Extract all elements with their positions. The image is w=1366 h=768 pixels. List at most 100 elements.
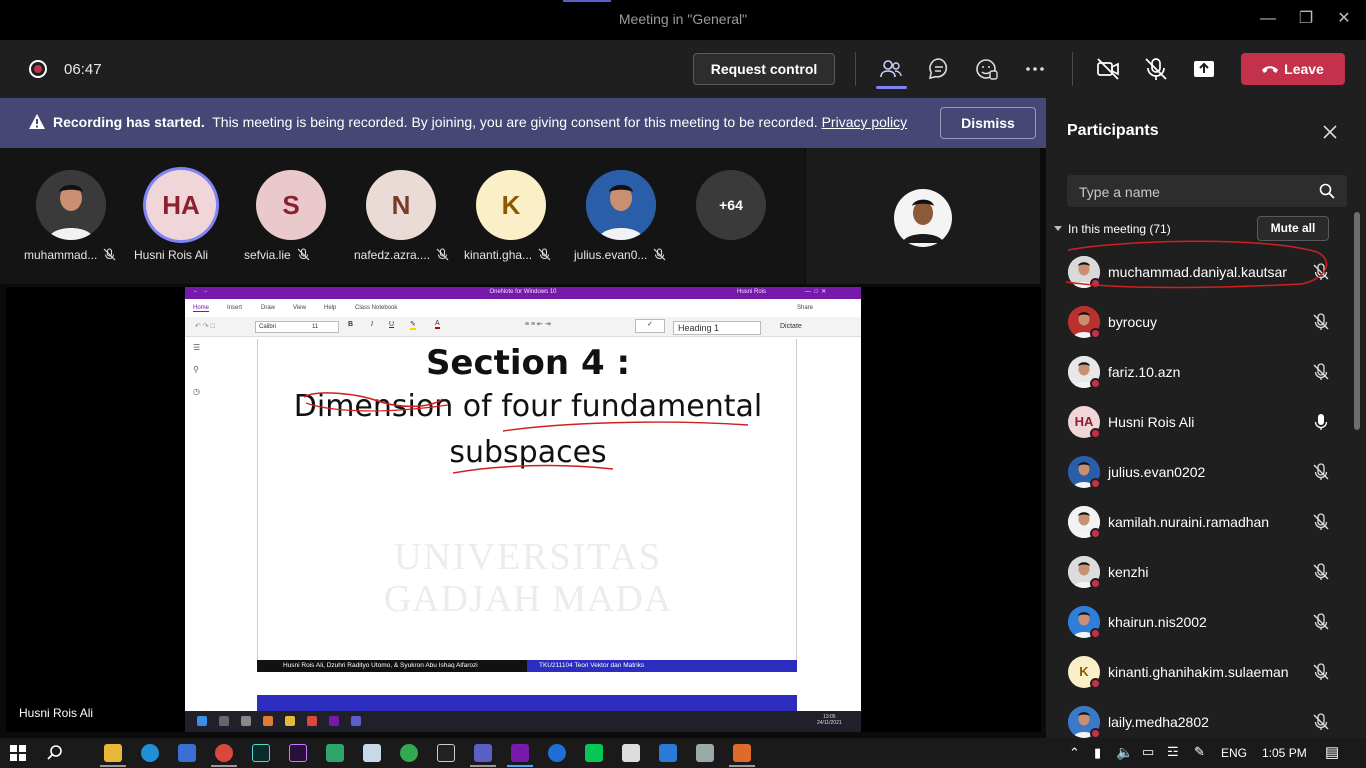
slide-footer-authors: Husni Rois Ali, Dzuhri Radityo Utomo, & … — [283, 662, 478, 669]
wifi-icon[interactable]: ☲ — [1167, 744, 1179, 760]
slide-page: UNIVERSITAS GADJAH MADA Section 4 : Dime… — [257, 339, 797, 672]
onenote-titlebar: ← → OneNote for Windows 10 Husni Rois — … — [185, 287, 861, 299]
slide-subtitle-line1: Dimension of four fundamental — [293, 389, 763, 424]
mic-off-icon[interactable] — [1312, 463, 1330, 481]
app-icon[interactable] — [326, 744, 344, 762]
app-icon[interactable] — [696, 744, 714, 762]
windows-start-icon[interactable] — [10, 745, 26, 761]
gallery-avatar[interactable] — [586, 170, 656, 240]
gallery-avatar[interactable]: HA — [146, 170, 216, 240]
search-icon — [1319, 183, 1335, 199]
language-indicator[interactable]: ENG — [1221, 746, 1247, 760]
titlebar-accent — [563, 0, 611, 2]
share-screen-icon[interactable] — [1191, 56, 1217, 82]
photos-icon[interactable] — [622, 744, 640, 762]
participant-row[interactable]: kenzhi — [1046, 547, 1354, 597]
system-clock[interactable]: 1:05 PM — [1262, 746, 1307, 760]
gallery-name: muhammad... — [24, 248, 116, 262]
audition-icon[interactable] — [252, 744, 270, 762]
mic-off-icon[interactable] — [1312, 663, 1330, 681]
notepad-icon[interactable] — [363, 744, 381, 762]
edge-icon[interactable] — [141, 744, 159, 762]
line-icon[interactable] — [585, 744, 603, 762]
minimize-icon[interactable]: — — [1256, 8, 1280, 30]
participant-row[interactable]: HA Husni Rois Ali — [1046, 397, 1354, 447]
gallery-name: nafedz.azra.... — [354, 248, 449, 262]
meeting-timer: 06:47 — [64, 61, 102, 78]
mic-off-icon — [538, 248, 551, 261]
utorrent-icon[interactable] — [400, 744, 418, 762]
participants-scrollbar[interactable] — [1354, 212, 1360, 430]
onenote-icon[interactable] — [511, 744, 529, 762]
chrome-icon[interactable] — [215, 744, 233, 762]
mic-off-icon[interactable] — [1312, 563, 1330, 581]
mic-off-icon[interactable] — [1312, 513, 1330, 531]
teams-icon[interactable] — [474, 744, 492, 762]
onenote-tab-insert: Insert — [227, 305, 243, 311]
volume-icon[interactable]: 🔈 — [1116, 744, 1133, 761]
camera-off-icon[interactable] — [1095, 56, 1121, 82]
participant-search-input[interactable]: Type a name — [1067, 175, 1347, 207]
pen-icon[interactable]: ✎ — [1194, 744, 1205, 760]
app-icon[interactable] — [548, 744, 566, 762]
mic-off-icon[interactable] — [1312, 713, 1330, 731]
close-icon[interactable]: ✕ — [1332, 8, 1356, 30]
status-badge — [1090, 378, 1101, 389]
close-panel-icon[interactable] — [1320, 122, 1340, 142]
tray-chevron-icon[interactable]: ⌃ — [1069, 745, 1080, 761]
app-icon[interactable] — [733, 744, 751, 762]
participant-row[interactable]: Kkinanti.ghanihakim.sulaeman — [1046, 647, 1354, 697]
recording-icon — [29, 60, 47, 78]
participant-row[interactable]: kamilah.nuraini.ramadhan — [1046, 497, 1354, 547]
reactions-icon[interactable] — [974, 56, 1000, 82]
in-meeting-section[interactable]: In this meeting (71) — [1054, 222, 1171, 236]
start-icon — [197, 716, 207, 726]
onenote-dictate: Dictate — [780, 323, 802, 330]
request-control-button[interactable]: Request control — [693, 53, 835, 85]
highlight-icon: ✎ — [410, 321, 416, 330]
avatar-initials: S — [282, 190, 300, 220]
mic-off-icon[interactable] — [1312, 613, 1330, 631]
recording-banner-text: Recording has started. This meeting is b… — [53, 114, 907, 130]
gallery-avatar[interactable] — [36, 170, 106, 240]
mic-off-icon[interactable] — [1312, 363, 1330, 381]
vscode-icon[interactable] — [659, 744, 677, 762]
people-icon[interactable] — [878, 56, 904, 82]
premiere-icon[interactable] — [289, 744, 307, 762]
gallery-avatar[interactable]: K — [476, 170, 546, 240]
notifications-icon[interactable]: ▤ — [1325, 743, 1339, 761]
self-video-tile[interactable] — [806, 148, 1040, 284]
gallery-name: Husni Rois Ali — [134, 248, 208, 262]
participant-row[interactable]: byrocuy — [1046, 297, 1354, 347]
people-active-indicator — [876, 86, 907, 89]
dismiss-button[interactable]: Dismiss — [940, 107, 1036, 139]
more-participants-badge[interactable]: +64 — [696, 170, 766, 240]
avatar-photo — [36, 170, 106, 240]
maximize-icon[interactable]: ❐ — [1294, 8, 1318, 30]
leave-button[interactable]: Leave — [1241, 53, 1345, 85]
participant-row[interactable]: khairun.nis2002 — [1046, 597, 1354, 647]
taskbar-search-icon[interactable] — [46, 744, 64, 762]
underline-icon: U — [389, 321, 395, 328]
participant-row[interactable]: fariz.10.azn — [1046, 347, 1354, 397]
chat-icon[interactable] — [926, 56, 952, 82]
store-icon[interactable] — [178, 744, 196, 762]
search-placeholder: Type a name — [1079, 184, 1160, 200]
onenote-style: Heading 1 — [673, 321, 761, 335]
file-explorer-icon[interactable] — [104, 744, 122, 762]
privacy-policy-link[interactable]: Privacy policy — [822, 114, 908, 130]
battery-icon[interactable]: ▭ — [1142, 744, 1154, 760]
recording-banner: Recording has started. This meeting is b… — [0, 98, 1046, 148]
gallery-avatar[interactable]: N — [366, 170, 436, 240]
tray-mic-icon[interactable]: ▮ — [1094, 745, 1101, 761]
mic-off-icon[interactable] — [1143, 56, 1169, 82]
terminal-icon[interactable] — [437, 744, 455, 762]
slide-watermark-line2: GADJAH MADA — [383, 578, 673, 620]
gallery-avatar[interactable]: S — [256, 170, 326, 240]
mic-off-icon[interactable] — [1312, 313, 1330, 331]
more-options-icon[interactable] — [1022, 56, 1048, 82]
toolbar-divider — [855, 52, 856, 86]
participant-row[interactable]: julius.evan0202 — [1046, 447, 1354, 497]
mic-on-icon[interactable] — [1312, 413, 1330, 431]
participant-name: laily.medha2802 — [1108, 714, 1209, 730]
